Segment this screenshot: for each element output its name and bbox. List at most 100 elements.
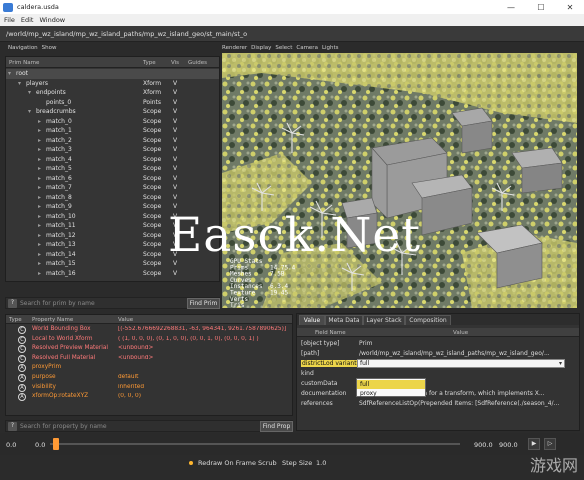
tree-row[interactable]: ▸ match_14 Scope V bbox=[6, 250, 219, 260]
navigation-menu[interactable]: Navigation bbox=[8, 45, 38, 51]
property-row[interactable]: C Resolved Full Material <unbound> bbox=[6, 354, 292, 364]
col-guides[interactable]: Guides bbox=[188, 60, 207, 66]
help-icon[interactable]: ? bbox=[8, 422, 17, 431]
tree-row-vis[interactable]: V bbox=[173, 156, 177, 163]
tab-composition[interactable]: Composition bbox=[405, 315, 451, 325]
tree-row-vis[interactable]: V bbox=[173, 80, 177, 87]
minimize-button[interactable]: — bbox=[497, 0, 525, 14]
detail-row[interactable]: documentation Concrete prim schema for a … bbox=[297, 389, 579, 399]
tree-row-vis[interactable]: V bbox=[173, 165, 177, 172]
col-vis[interactable]: Vis bbox=[171, 60, 179, 66]
tree-row-vis[interactable]: V bbox=[173, 184, 177, 191]
timeline-slider-handle[interactable] bbox=[53, 438, 59, 450]
menu-display[interactable]: Display bbox=[251, 45, 271, 51]
tree-row[interactable]: ▸ match_13 Scope V bbox=[6, 240, 219, 250]
tree-row-vis[interactable]: V bbox=[173, 270, 177, 277]
col-value[interactable]: Value bbox=[453, 330, 468, 336]
variant-option-full[interactable]: full bbox=[357, 380, 425, 389]
tree-row[interactable]: ▸ match_12 Scope V bbox=[6, 231, 219, 241]
property-row[interactable]: C World Bounding Box [(-552.6766692268831,… bbox=[6, 325, 292, 335]
tree-row[interactable]: ▸ match_10 Scope V bbox=[6, 212, 219, 222]
expand-right-icon[interactable]: ▸ bbox=[38, 203, 41, 210]
tree-row[interactable]: ▸ match_6 Scope V bbox=[6, 174, 219, 184]
tree-row-vis[interactable]: V bbox=[173, 99, 177, 106]
menu-camera[interactable]: Camera bbox=[296, 45, 318, 51]
menu-lights[interactable]: Lights bbox=[322, 45, 339, 51]
tree-row-vis[interactable]: V bbox=[173, 203, 177, 210]
timeline-start[interactable]: 0.0 bbox=[6, 441, 16, 449]
tree-row[interactable]: ▸ match_9 Scope V bbox=[6, 202, 219, 212]
tree-row-vis[interactable]: V bbox=[173, 89, 177, 96]
expand-right-icon[interactable]: ▸ bbox=[38, 222, 41, 229]
property-row[interactable]: Apurpose default bbox=[6, 373, 292, 383]
path-field[interactable]: /world/mp_wz_island/mp_wz_island_paths/m… bbox=[6, 30, 247, 38]
tab-value[interactable]: Value bbox=[299, 315, 325, 325]
tree-row[interactable]: points_0 Points V bbox=[6, 98, 219, 108]
tree-row[interactable]: ▸ match_15 Scope V bbox=[6, 259, 219, 269]
tree-row[interactable]: ▸ match_2 Scope V bbox=[6, 136, 219, 146]
tree-row-vis[interactable]: V bbox=[173, 222, 177, 229]
expand-right-icon[interactable]: ▸ bbox=[38, 270, 41, 277]
tree-row-vis[interactable]: V bbox=[173, 260, 177, 267]
tree-row-vis[interactable]: V bbox=[173, 175, 177, 182]
variant-option-proxy[interactable]: proxy bbox=[357, 389, 425, 398]
expand-right-icon[interactable]: ▸ bbox=[38, 165, 41, 172]
tree-row[interactable]: ▾ breadcrumbs Scope V bbox=[6, 107, 219, 117]
tree-row-vis[interactable]: V bbox=[173, 241, 177, 248]
find-prim-button[interactable]: Find Prim bbox=[187, 298, 220, 309]
expand-right-icon[interactable]: ▸ bbox=[38, 184, 41, 191]
expand-right-icon[interactable]: ▸ bbox=[38, 194, 41, 201]
expand-right-icon[interactable]: ▸ bbox=[38, 251, 41, 258]
property-table[interactable]: Type Property Name Value C World Bounding… bbox=[5, 314, 293, 416]
menu-file[interactable]: File bbox=[4, 16, 15, 24]
redraw-checkbox[interactable] bbox=[189, 461, 193, 465]
tab-layer-stack[interactable]: Layer Stack bbox=[363, 315, 405, 325]
play-button[interactable]: ▶ bbox=[528, 438, 540, 450]
expand-right-icon[interactable]: ▸ bbox=[38, 118, 41, 125]
find-prop-button[interactable]: Find Prop bbox=[260, 421, 293, 432]
detail-row[interactable]: [object type] Prim bbox=[297, 339, 579, 349]
property-row[interactable]: AproxyPrim bbox=[6, 363, 292, 373]
col-value[interactable]: Value bbox=[118, 317, 133, 323]
col-type[interactable]: Type bbox=[9, 317, 22, 323]
col-property-name[interactable]: Property Name bbox=[32, 317, 73, 323]
tree-row[interactable]: ▸ match_3 Scope V bbox=[6, 145, 219, 155]
prim-tree[interactable]: Prim Name Type Vis Guides ▾ root ▾ players X… bbox=[5, 56, 220, 282]
tree-row-vis[interactable]: V bbox=[173, 127, 177, 134]
expand-right-icon[interactable]: ▸ bbox=[38, 213, 41, 220]
step-size-value[interactable]: 1.0 bbox=[316, 459, 326, 467]
detail-row[interactable]: [path] /world/mp_wz_island/mp_wz_island_p… bbox=[297, 349, 579, 359]
expand-right-icon[interactable]: ▸ bbox=[38, 260, 41, 267]
expand-right-icon[interactable]: ▸ bbox=[38, 137, 41, 144]
variant-combobox[interactable]: full ▾ bbox=[357, 359, 565, 368]
tree-row[interactable]: ▾ root bbox=[6, 69, 219, 79]
detail-row[interactable]: customData bbox=[297, 379, 579, 389]
expand-right-icon[interactable]: ▸ bbox=[38, 175, 41, 182]
tree-row[interactable]: ▾ endpoints Xform V bbox=[6, 88, 219, 98]
maximize-button[interactable]: ☐ bbox=[527, 0, 555, 14]
col-field-name[interactable]: Field Name bbox=[315, 330, 346, 336]
detail-row[interactable]: kind bbox=[297, 369, 579, 379]
tree-row[interactable]: ▸ match_16 Scope V bbox=[6, 269, 219, 279]
tree-row[interactable]: ▸ match_1 Scope V bbox=[6, 126, 219, 136]
expand-right-icon[interactable]: ▸ bbox=[38, 146, 41, 153]
expand-right-icon[interactable]: ▸ bbox=[38, 156, 41, 163]
property-row[interactable]: C Local to World Xform ( (1, 0, 0, 0), (0,… bbox=[6, 335, 292, 345]
detail-row[interactable]: districtLod variant full ▾ bbox=[297, 359, 579, 369]
timeline-end[interactable]: 900.0 bbox=[474, 441, 493, 449]
tab-meta-data[interactable]: Meta Data bbox=[325, 315, 363, 325]
menu-edit[interactable]: Edit bbox=[21, 16, 34, 24]
expand-right-icon[interactable]: ▸ bbox=[38, 127, 41, 134]
menu-select[interactable]: Select bbox=[275, 45, 292, 51]
property-search-input[interactable]: Search for property by name bbox=[20, 423, 107, 430]
prim-search-input[interactable]: Search for prim by name bbox=[20, 300, 95, 307]
property-row[interactable]: C Resolved Preview Material <unbound> bbox=[6, 344, 292, 354]
step-button[interactable]: ▷ bbox=[544, 438, 556, 450]
tree-row[interactable]: ▸ match_0 Scope V bbox=[6, 117, 219, 127]
col-prim-name[interactable]: Prim Name bbox=[9, 60, 39, 66]
tree-row[interactable]: ▸ match_8 Scope V bbox=[6, 193, 219, 203]
timeline-slider-track[interactable] bbox=[50, 443, 460, 445]
tree-row-vis[interactable]: V bbox=[173, 137, 177, 144]
menu-window[interactable]: Window bbox=[39, 16, 65, 24]
expand-right-icon[interactable]: ▸ bbox=[38, 232, 41, 239]
